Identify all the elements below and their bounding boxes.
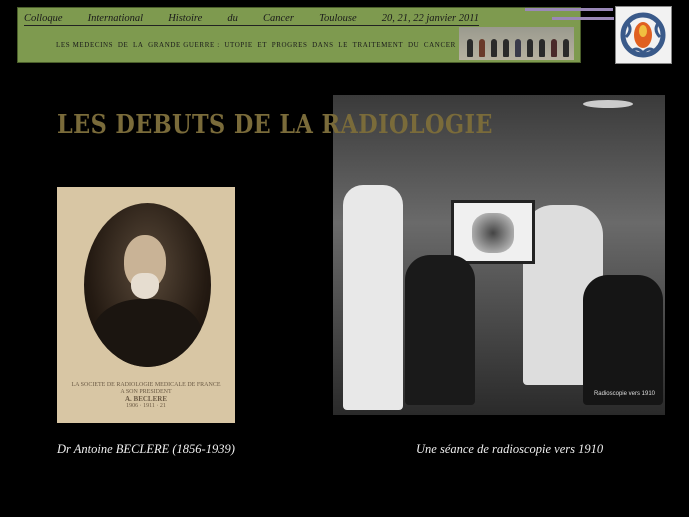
theme-line: LES MEDECINS DE LA GRANDE GUERRE : UTOPI… [56, 41, 456, 49]
inscription-line: A. BECLERE [124, 395, 167, 403]
theme-word: UTOPIE [224, 41, 253, 49]
theme-word: PROGRES [271, 41, 308, 49]
header-banner: Colloque International Histoire du Cance… [17, 7, 581, 63]
portrait-oval [84, 203, 211, 367]
inscription-line: 1906 · 1911 · 21 [126, 403, 166, 409]
theme-word: TRAITEMENT [352, 41, 404, 49]
page-title: LES DEBUTS DE LA RADIOLOGIE [57, 110, 493, 140]
header-word: International [87, 12, 144, 24]
photo-caption: Radioscopie vers 1910 [593, 391, 655, 397]
theme-word: GRANDE GUERRE : [148, 41, 220, 49]
header-dates: 20, 21, 22 janvier 2011 [381, 12, 479, 24]
header-word: Histoire [168, 12, 203, 24]
radioscopy-photo: Radioscopie vers 1910 [333, 95, 665, 415]
theme-word: DE [117, 41, 129, 49]
header-word: du [227, 12, 238, 24]
xray-screen [451, 200, 535, 264]
header-word: Cancer [263, 12, 294, 24]
inscription-line: LA SOCIETE DE RADIOLOGIE MEDICALE DE FRA… [71, 382, 221, 388]
theme-word: CANCER [423, 41, 456, 49]
portrait-caption: Dr Antoine BECLERE (1856-1939) [57, 442, 235, 456]
decorative-lines [525, 6, 625, 26]
theme-word: DANS [312, 41, 334, 49]
conference-logo [615, 6, 672, 64]
colloque-line: Colloque International Histoire du Cance… [24, 11, 479, 26]
beclere-portrait: LA SOCIETE DE RADIOLOGIE MEDICALE DE FRA… [57, 187, 235, 423]
theme-word: LE [338, 41, 348, 49]
photo-caption-text: Une séance de radioscopie vers 1910 [416, 442, 604, 456]
theme-word: LA [132, 41, 144, 49]
soldiers-thumbnail [459, 27, 574, 60]
theme-word: DU [407, 41, 420, 49]
theme-word: LES MEDECINS [56, 41, 114, 49]
portrait-inscription: LA SOCIETE DE RADIOLOGIE MEDICALE DE FRA… [57, 382, 235, 410]
theme-word: ET [257, 41, 268, 49]
header-word: Colloque [24, 12, 63, 24]
header-city: Toulouse [319, 12, 357, 24]
